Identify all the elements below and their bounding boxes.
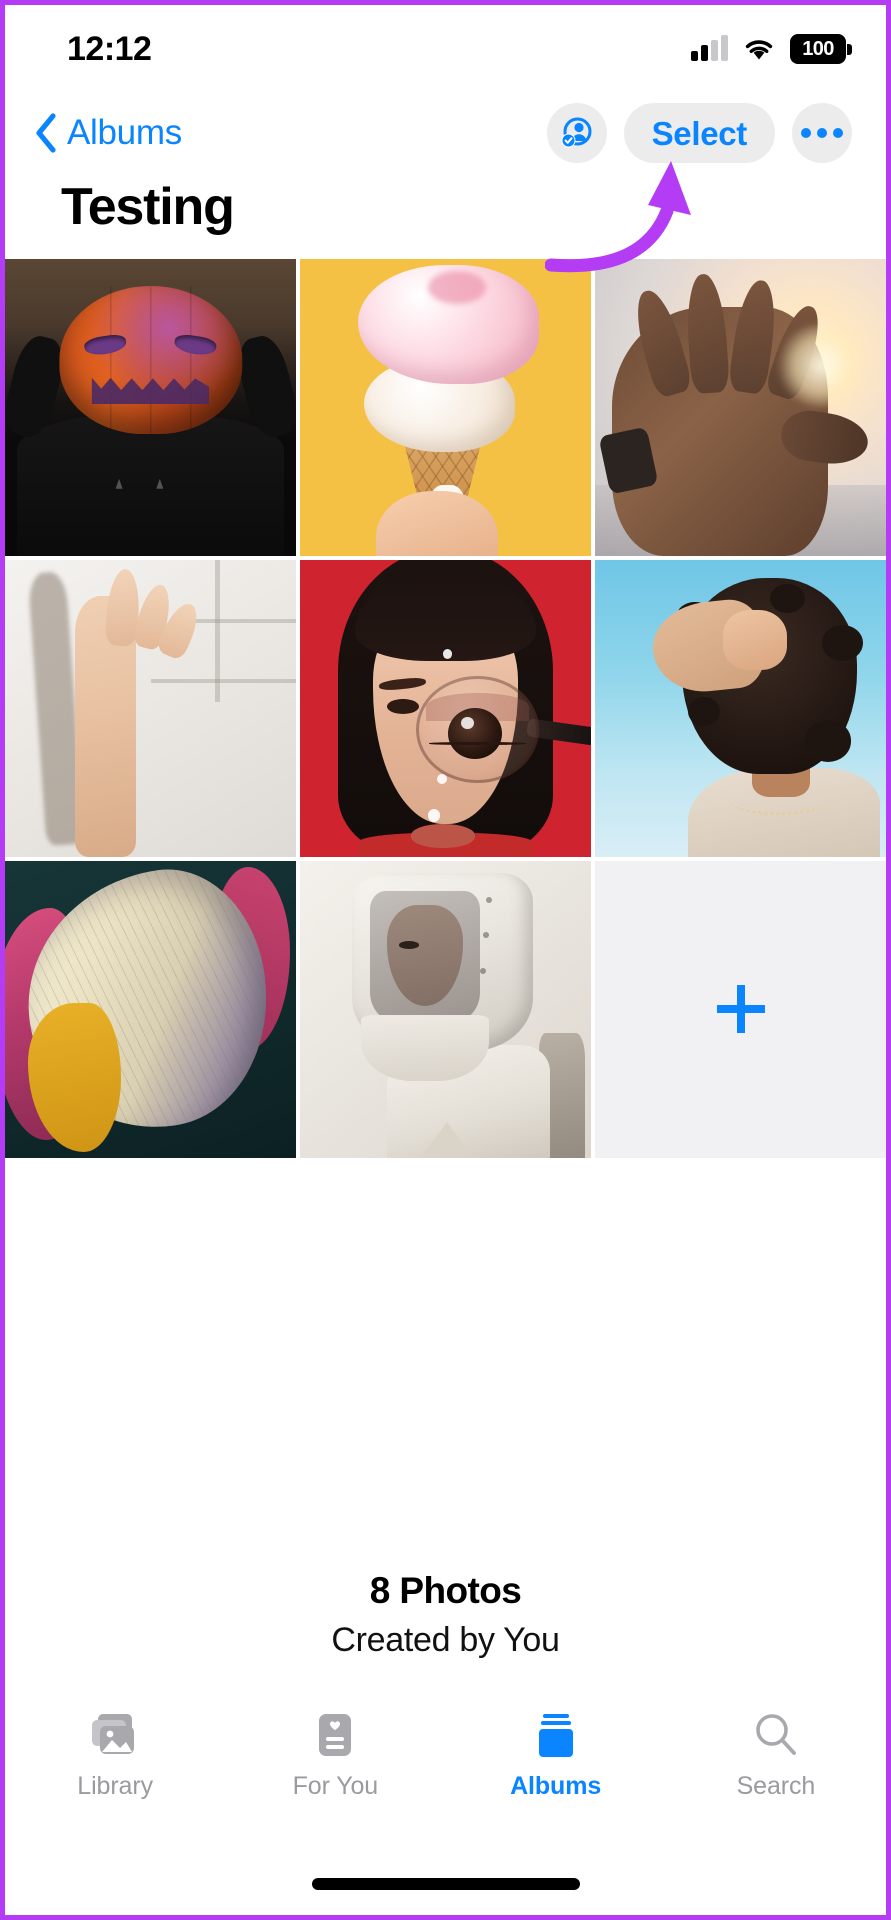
tab-bar: Library For You Albums Search <box>5 1683 886 1853</box>
photo-stack-icon <box>89 1709 141 1761</box>
photo-thumbnail <box>5 559 296 857</box>
magnifying-glass-icon <box>753 1709 799 1761</box>
back-button-label: Albums <box>67 113 182 152</box>
photo-count-label: 8 Photos <box>369 1570 522 1612</box>
photo-pumpkin-head[interactable] <box>5 259 296 556</box>
back-to-albums-button[interactable]: Albums <box>33 112 182 154</box>
photo-thumbnail <box>300 259 591 556</box>
tab-for-you[interactable]: For You <box>255 1709 415 1801</box>
cellular-bars-icon <box>691 35 728 61</box>
tab-for-you-label: For You <box>292 1772 379 1800</box>
home-indicator-area <box>5 1853 886 1915</box>
photo-thumbnail <box>300 559 591 857</box>
select-button[interactable]: Select <box>623 103 775 163</box>
status-bar-time: 12:12 <box>67 29 152 68</box>
wifi-icon <box>742 36 776 62</box>
photo-thumbnail <box>300 860 591 1158</box>
tab-search[interactable]: Search <box>696 1709 856 1801</box>
tab-search-label: Search <box>736 1772 816 1800</box>
chevron-left-icon <box>33 112 59 154</box>
nav-action-buttons: Select <box>546 103 852 163</box>
photo-ice-cream-cone[interactable] <box>300 259 591 556</box>
annotated-screenshot-frame: 12:12 100 Albums Select Testing 8 Photos… <box>0 0 891 1920</box>
shared-album-people-icon <box>560 115 594 152</box>
photo-eye-magnifier[interactable] <box>300 559 591 857</box>
for-you-card-icon <box>315 1709 355 1761</box>
battery-full-icon: 100 <box>790 34 852 64</box>
photo-thumbnail <box>5 259 296 556</box>
tab-albums-label: Albums <box>510 1772 602 1800</box>
page-title: Testing <box>5 163 886 259</box>
photo-hand-shadow-wall[interactable] <box>5 559 296 857</box>
add-photos-tile[interactable] <box>595 860 886 1158</box>
battery-level-label: 100 <box>802 38 834 60</box>
photo-thumbnail <box>595 259 886 556</box>
ellipsis-icon <box>801 128 843 138</box>
tab-library[interactable]: Library <box>35 1709 195 1801</box>
photo-grid <box>5 259 886 1158</box>
photo-thumbnail <box>5 860 296 1158</box>
navigation-bar: Albums Select <box>5 93 886 163</box>
select-button-label: Select <box>651 114 748 152</box>
photos-app-screen: 12:12 100 Albums Select Testing 8 Photos… <box>5 5 886 1915</box>
home-indicator <box>311 1878 580 1890</box>
empty-content-area <box>5 1157 886 1568</box>
status-bar-indicators: 100 <box>691 34 852 64</box>
photo-curly-hair-woman[interactable] <box>595 559 886 857</box>
photo-thumbnail <box>595 559 886 857</box>
shared-album-invite-button[interactable] <box>546 103 607 163</box>
photo-hand-sunset[interactable] <box>595 259 886 556</box>
tab-albums[interactable]: Albums <box>476 1709 636 1801</box>
photo-astronaut-helmet[interactable] <box>300 860 591 1158</box>
more-options-button[interactable] <box>792 103 852 163</box>
album-creator-label: Created by You <box>331 1621 560 1660</box>
tab-library-label: Library <box>77 1772 153 1800</box>
albums-books-icon <box>534 1709 578 1761</box>
photo-flower-petal[interactable] <box>5 860 296 1158</box>
plus-icon <box>709 977 773 1041</box>
album-metadata: 8 Photos Created by You <box>5 1567 886 1683</box>
status-bar: 12:12 100 <box>5 5 886 93</box>
